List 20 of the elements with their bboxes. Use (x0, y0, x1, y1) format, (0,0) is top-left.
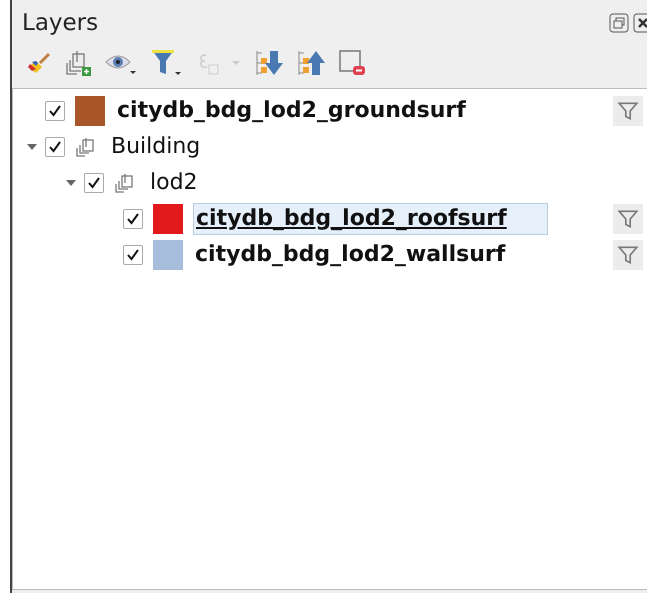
float-icon[interactable] (609, 13, 629, 33)
collapse-all-icon[interactable] (296, 48, 326, 78)
layer-name[interactable]: citydb_bdg_lod2_wallsurf (193, 240, 508, 270)
checkbox[interactable] (123, 245, 143, 265)
expand-all-icon[interactable] (254, 48, 284, 78)
checkbox[interactable] (45, 101, 65, 121)
checkbox[interactable] (45, 137, 65, 157)
remove-layer-icon[interactable] (338, 49, 366, 77)
panel-title: Layers (22, 10, 98, 36)
expand-arrow-icon[interactable] (65, 178, 77, 188)
checkbox[interactable] (84, 173, 104, 193)
checkbox[interactable] (123, 209, 143, 229)
expand-arrow-icon[interactable] (26, 142, 38, 152)
layer-name[interactable]: Building (109, 132, 202, 162)
filter-icon[interactable] (150, 48, 184, 78)
layer-name[interactable]: citydb_bdg_lod2_roofsurf (193, 203, 548, 235)
add-group-icon[interactable] (64, 49, 92, 77)
layer-name[interactable]: citydb_bdg_lod2_groundsurf (115, 96, 468, 126)
layer-name[interactable]: lod2 (148, 168, 200, 198)
close-icon[interactable] (633, 13, 647, 33)
